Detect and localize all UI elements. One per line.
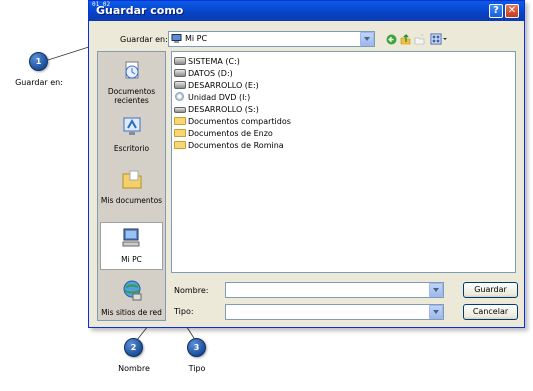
chevron-down-icon[interactable] <box>429 305 443 319</box>
dialog-title: Guardar como <box>96 4 184 17</box>
my-computer-icon <box>122 228 139 247</box>
file-item-dvd-i[interactable]: Unidad DVD (I:) <box>174 92 250 104</box>
callout-text-3: Tipo <box>188 364 206 373</box>
new-folder-icon[interactable]: * <box>414 34 426 45</box>
callout-text-2: Nombre <box>118 364 150 373</box>
save-in-dropdown[interactable]: Mi PC <box>168 31 375 47</box>
place-label: Mis sitios de red <box>101 308 162 317</box>
folder-icon <box>174 117 186 125</box>
dvd-icon <box>175 92 184 101</box>
place-my-documents[interactable]: Mis documentos <box>98 168 165 205</box>
title-bar[interactable]: 01 02 Guardar como ? ✕ <box>89 1 524 21</box>
file-item-drive-s[interactable]: DESARROLLO (S:) <box>174 104 259 116</box>
folder-icon <box>174 129 186 137</box>
file-type-label: Tipo: <box>174 307 194 316</box>
file-name: DATOS (D:) <box>188 69 233 78</box>
filename-label: Nombre: <box>174 286 209 295</box>
file-name: Documentos de Enzo <box>188 129 273 138</box>
view-menu-button[interactable] <box>430 33 448 45</box>
network-drive-icon <box>174 107 186 113</box>
drive-icon <box>174 57 186 65</box>
up-folder-icon[interactable] <box>400 34 411 45</box>
close-button[interactable]: ✕ <box>505 4 519 18</box>
place-desktop[interactable]: Escritorio <box>98 116 165 153</box>
network-icon <box>123 280 141 301</box>
callout-text-1: Guardar en: <box>15 78 63 87</box>
drive-icon <box>174 69 186 77</box>
chevron-down-icon[interactable] <box>360 32 374 46</box>
place-label: Documentos recientes <box>107 87 156 105</box>
folder-icon <box>174 141 186 149</box>
file-item-enzo-docs[interactable]: Documentos de Enzo <box>174 128 273 140</box>
place-my-computer[interactable]: Mi PC <box>100 222 163 270</box>
file-item-drive-d[interactable]: DATOS (D:) <box>174 68 233 80</box>
drive-icon <box>174 81 186 89</box>
place-label: Mis documentos <box>100 196 163 205</box>
place-label: Escritorio <box>113 144 150 153</box>
save-in-label: Guardar en: <box>120 35 168 44</box>
file-list[interactable]: SISTEMA (C:) DATOS (D:) DESARROLLO (E:) … <box>171 51 516 273</box>
save-in-value: Mi PC <box>185 34 208 43</box>
file-name: Documentos de Romina <box>188 141 284 150</box>
file-name: DESARROLLO (S:) <box>188 105 259 114</box>
file-name: Unidad DVD (I:) <box>188 93 251 102</box>
desktop-icon <box>123 117 140 135</box>
places-bar: Documentos recientes Escritorio Mis docu… <box>97 51 166 321</box>
file-name: Documentos compartidos <box>188 117 291 126</box>
callout-badge-2: 2 <box>124 338 143 357</box>
save-as-dialog: 01 02 Guardar como ? ✕ Guardar en: Mi PC… <box>88 0 525 328</box>
file-item-drive-c[interactable]: SISTEMA (C:) <box>174 56 240 68</box>
filename-input[interactable] <box>225 282 444 298</box>
file-type-dropdown[interactable] <box>225 304 444 320</box>
view-menu-icon <box>430 33 447 45</box>
file-item-drive-e[interactable]: DESARROLLO (E:) <box>174 80 259 92</box>
callout-badge-1: 1 <box>29 52 48 71</box>
place-label: Mi PC <box>121 255 142 264</box>
place-recent-documents[interactable]: Documentos recientes <box>98 60 165 105</box>
my-computer-icon <box>171 34 182 43</box>
recent-docs-icon <box>125 61 138 79</box>
save-button[interactable]: Guardar <box>463 282 518 298</box>
file-name: SISTEMA (C:) <box>188 57 240 66</box>
chevron-down-icon[interactable] <box>429 283 443 297</box>
back-icon[interactable] <box>386 34 397 45</box>
file-name: DESARROLLO (E:) <box>188 81 259 90</box>
cancel-button[interactable]: Cancelar <box>463 304 518 320</box>
my-documents-icon <box>122 170 141 189</box>
place-network[interactable]: Mis sitios de red <box>98 280 165 317</box>
callout-badge-3: 3 <box>187 338 206 357</box>
file-item-romina-docs[interactable]: Documentos de Romina <box>174 140 284 152</box>
file-item-shared-docs[interactable]: Documentos compartidos <box>174 116 291 128</box>
help-button[interactable]: ? <box>489 4 503 18</box>
